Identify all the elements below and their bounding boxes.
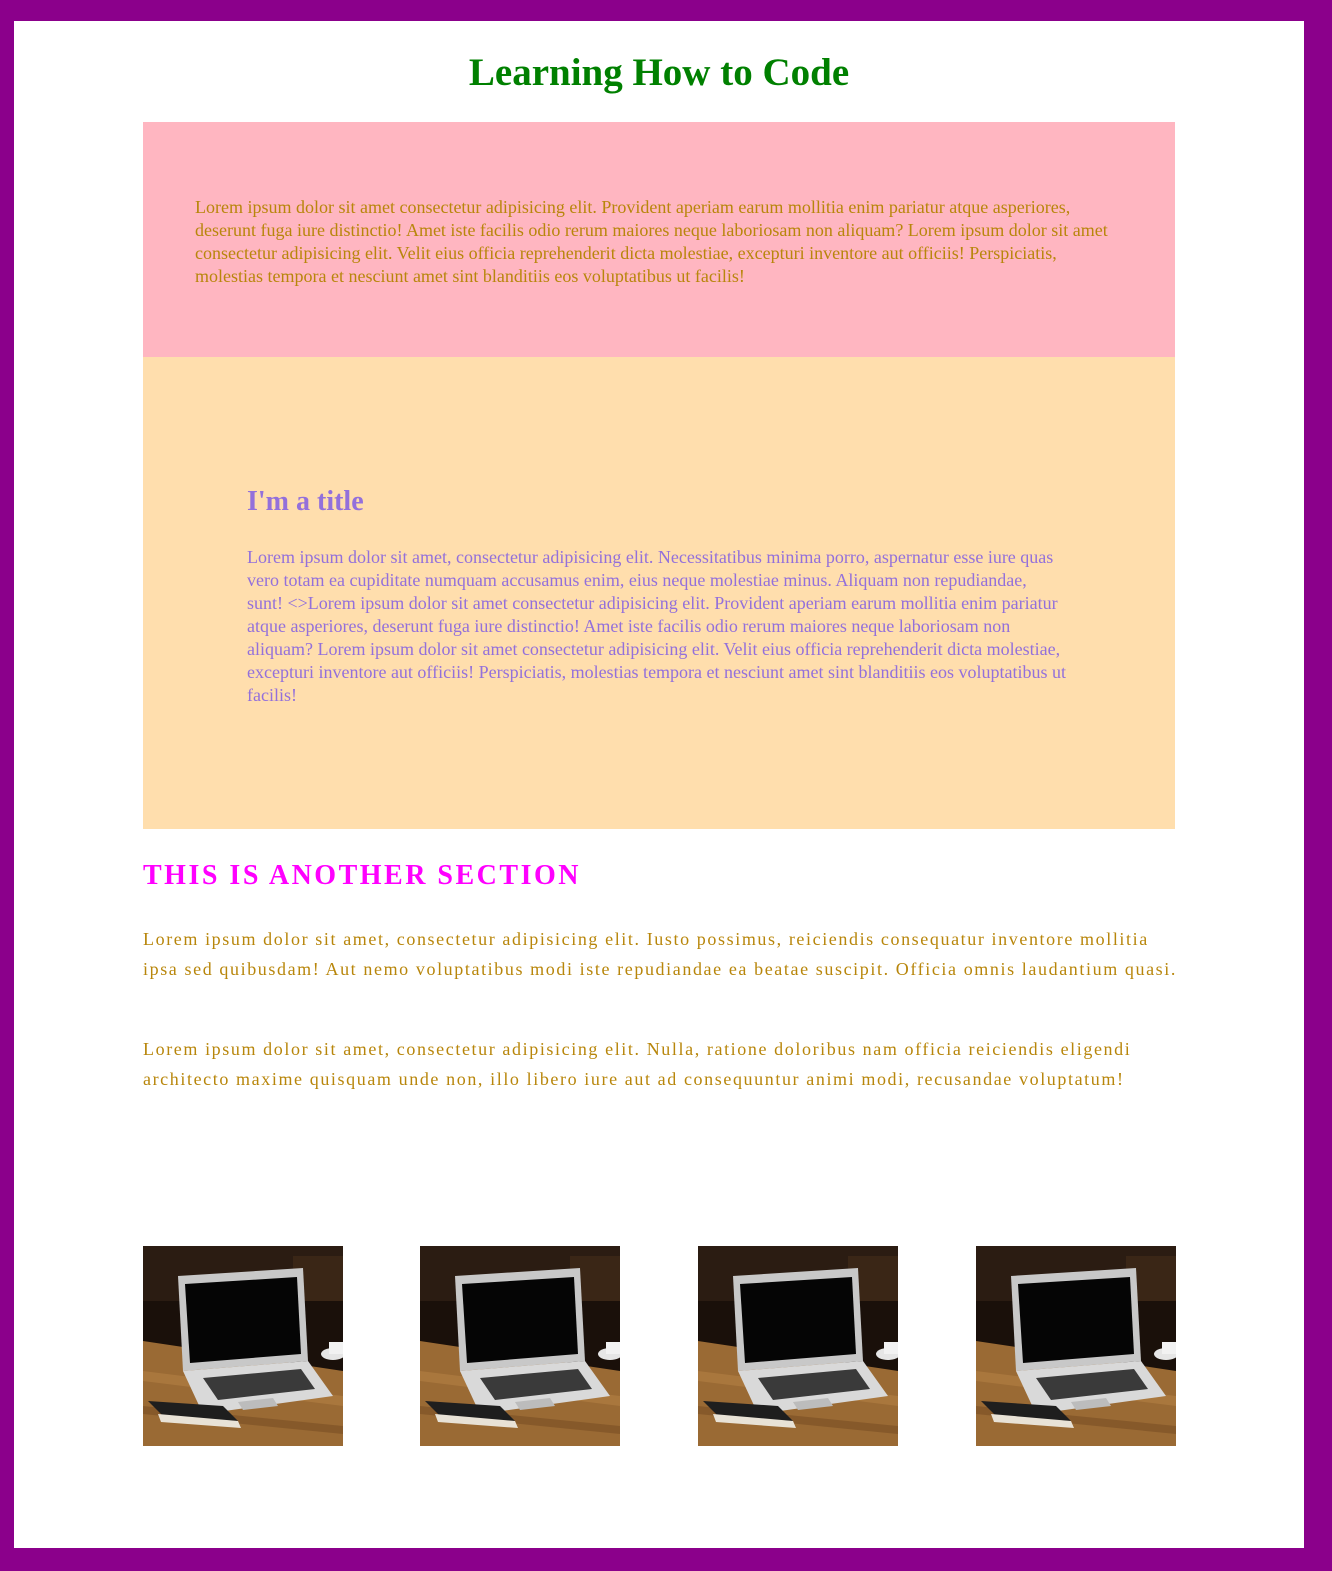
- laptop-illustration: [698, 1246, 898, 1446]
- laptop-image: [698, 1246, 898, 1446]
- laptop-image: [143, 1246, 343, 1446]
- another-section-heading: THIS IS ANOTHER SECTION: [143, 860, 581, 891]
- pink-section-text: Lorem ipsum dolor sit amet consectetur a…: [195, 197, 1108, 286]
- another-section-paragraph: Lorem ipsum dolor sit amet, consectetur …: [143, 929, 1177, 979]
- laptop-illustration: [976, 1246, 1176, 1446]
- another-section-paragraph: Lorem ipsum dolor sit amet, consectetur …: [143, 1039, 1132, 1089]
- pink-section: Lorem ipsum dolor sit amet consectetur a…: [143, 122, 1175, 357]
- tan-section-title: I'm a title: [247, 486, 364, 517]
- laptop-image: [420, 1246, 620, 1446]
- laptop-illustration: [143, 1246, 343, 1446]
- tan-section-text: Lorem ipsum dolor sit amet, consectetur …: [247, 547, 1066, 705]
- tan-section: I'm a title Lorem ipsum dolor sit amet, …: [143, 357, 1175, 829]
- page-content: Learning How to Code Lorem ipsum dolor s…: [14, 21, 1304, 1548]
- page-title: Learning How to Code: [468, 51, 850, 94]
- laptop-illustration: [420, 1246, 620, 1446]
- laptop-image: [976, 1246, 1176, 1446]
